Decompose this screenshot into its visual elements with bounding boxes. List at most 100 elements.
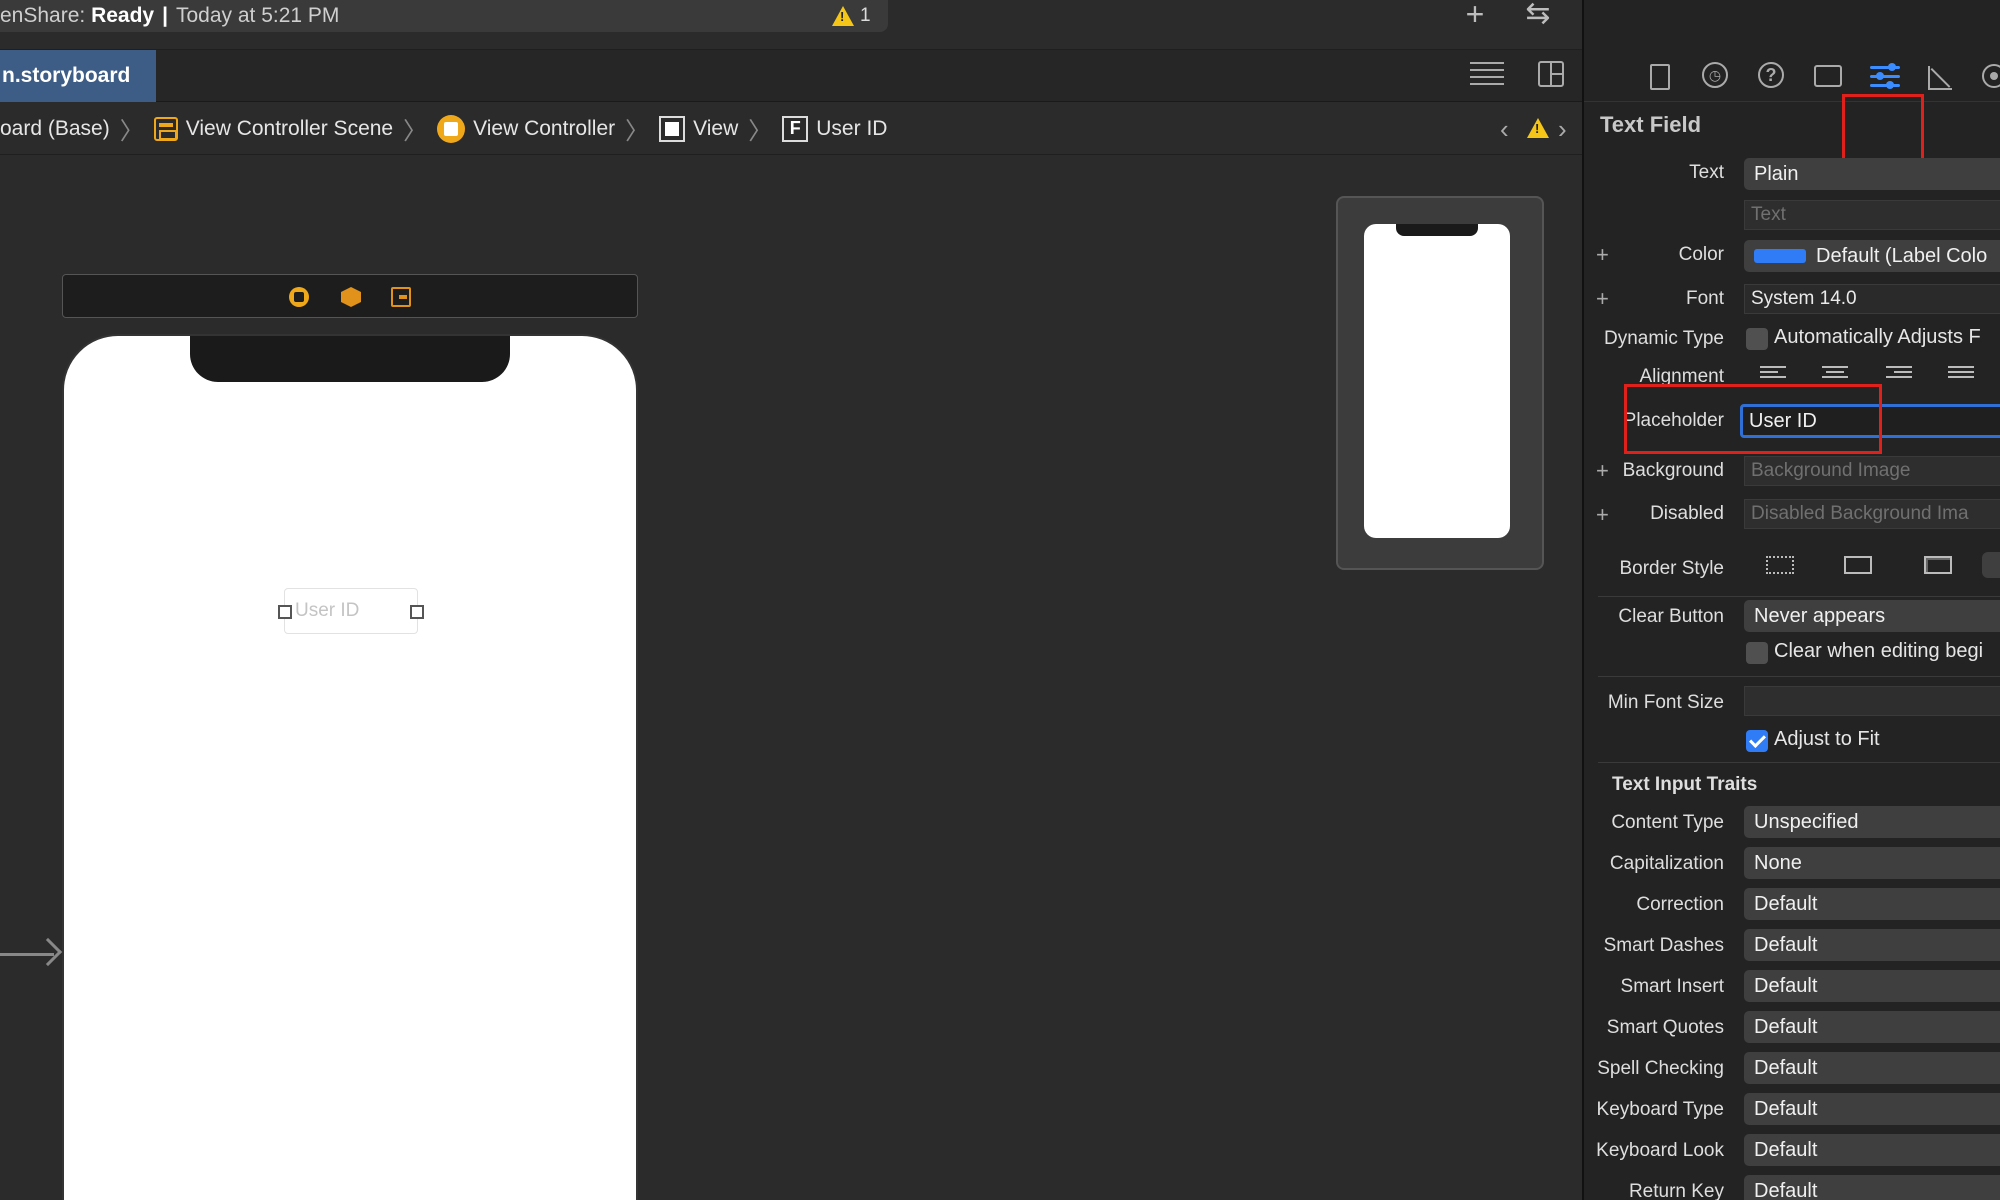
file-inspector-icon[interactable] [1650,64,1670,90]
status-state: Ready [91,4,155,27]
min-font-field[interactable] [1744,686,2000,716]
identity-inspector-icon[interactable] [1814,65,1842,87]
color-plus-icon[interactable]: + [1596,242,1609,268]
text-value-field[interactable]: Text [1744,200,2000,230]
size-inspector-icon[interactable] [1928,66,1952,90]
disabled-label: Disabled [1650,503,1724,524]
chevron-right-icon: 〉 [403,118,428,145]
text-field-placeholder: User ID [295,600,360,621]
resize-handle-right[interactable] [410,605,424,619]
status-app-name: enShare: [0,4,86,27]
border-bezel-icon[interactable] [1924,556,1952,574]
status-bar: enShare: Ready | Today at 5:21 PM 1 + ⇆ [0,0,1582,50]
breadcrumb-view[interactable]: View [659,115,738,142]
entry-point-arrow-icon[interactable] [0,937,63,970]
spell-checking-label: Spell Checking [1597,1058,1724,1079]
chevron-right-icon: 〉 [625,118,650,145]
minimap-notch [1396,224,1478,236]
correction-label: Correction [1636,894,1724,915]
font-plus-icon[interactable]: + [1596,286,1609,312]
border-rounded-icon[interactable] [1982,552,2000,578]
add-library-button[interactable]: + [1458,0,1492,30]
user-id-text-field[interactable]: User ID [278,588,424,634]
align-center-icon[interactable] [1822,366,1848,382]
breadcrumb: oard (Base) 〉 View Controller Scene 〉 Vi… [0,103,1582,155]
align-justify-icon[interactable] [1948,366,1974,382]
color-label: Color [1678,244,1724,265]
divider [1598,762,2000,763]
capitalization-popup[interactable]: None [1744,847,2000,879]
attributes-inspector-icon[interactable] [1870,63,1900,90]
device-frame[interactable]: User ID [62,334,638,1200]
clear-button-popup[interactable]: Never appears [1744,600,2000,632]
connections-inspector-icon[interactable] [1982,64,2000,88]
color-popup[interactable]: Default (Label Colo [1744,240,2000,272]
align-right-icon[interactable] [1886,366,1912,382]
issue-warning-icon[interactable] [1527,118,1549,138]
clear-editing-checkbox[interactable] [1746,642,1768,664]
exit-icon[interactable] [391,287,411,307]
activity-status: enShare: Ready | Today at 5:21 PM 1 [0,0,888,32]
clear-editing-check-label: Clear when editing begi [1774,640,1984,662]
adjust-fit-check-label: Adjust to Fit [1774,728,1880,750]
adjust-fit-checkbox[interactable] [1746,730,1768,752]
disabled-image-field[interactable]: Disabled Background Ima [1744,499,2000,529]
content-type-label: Content Type [1611,812,1724,833]
background-plus-icon[interactable]: + [1596,458,1609,484]
smart-insert-popup[interactable]: Default [1744,970,2000,1002]
editor-tab-bar: n.storyboard [0,50,1582,102]
breadcrumb-storyboard[interactable]: oard (Base) [0,117,110,141]
status-time: Today at 5:21 PM [176,4,340,27]
editor-options-icon[interactable] [1470,62,1504,90]
text-field-icon: F [782,115,809,142]
smart-quotes-popup[interactable]: Default [1744,1011,2000,1043]
text-type-popup[interactable]: Plain [1744,158,2000,190]
disabled-plus-icon[interactable]: + [1596,502,1609,528]
border-line-icon[interactable] [1844,556,1872,574]
color-swatch [1754,249,1806,263]
breadcrumb-view-controller[interactable]: View Controller [437,114,615,143]
keyboard-look-label: Keyboard Look [1596,1140,1724,1161]
dynamic-type-label: Dynamic Type [1603,328,1724,349]
chevron-right-icon: 〉 [748,118,773,145]
swap-arrows-icon[interactable]: ⇆ [1518,0,1558,30]
previous-issue-icon[interactable]: ‹ [1500,114,1509,145]
breadcrumb-scene[interactable]: View Controller Scene [153,116,393,141]
smart-quotes-label: Smart Quotes [1606,1017,1724,1038]
placeholder-highlight [1624,384,1882,454]
breadcrumb-user-id[interactable]: F User ID [782,115,887,142]
font-label: Font [1685,288,1724,309]
spell-checking-popup[interactable]: Default [1744,1052,2000,1084]
next-issue-icon[interactable]: › [1558,114,1567,145]
warning-count: 1 [860,5,871,26]
keyboard-type-popup[interactable]: Default [1744,1093,2000,1125]
attributes-tab-highlight [1842,94,1924,168]
return-key-label: Return Key [1628,1181,1724,1200]
view-controller-icon[interactable] [289,287,309,307]
content-type-popup[interactable]: Unspecified [1744,806,2000,838]
minimap-device [1364,224,1510,538]
background-image-field[interactable]: Background Image [1744,456,2000,486]
align-left-icon[interactable] [1760,366,1786,382]
dynamic-type-checkbox[interactable] [1746,328,1768,350]
border-style-label: Border Style [1619,558,1724,579]
inspector-panel: ◷ ? Text Field Text Plain Text + Color D… [1582,0,2000,1200]
font-field[interactable]: System 14.0 [1744,284,2000,314]
divider [1598,676,2000,677]
return-key-popup[interactable]: Default [1744,1175,2000,1200]
divider [1598,596,2000,597]
border-none-icon[interactable] [1766,556,1794,574]
warning-badge[interactable]: 1 [832,2,882,30]
tab-storyboard[interactable]: n.storyboard [0,50,156,102]
add-editor-icon[interactable] [1538,61,1564,87]
resize-handle-left[interactable] [278,605,292,619]
keyboard-look-popup[interactable]: Default [1744,1134,2000,1166]
clear-button-label: Clear Button [1618,606,1724,627]
smart-dashes-popup[interactable]: Default [1744,929,2000,961]
first-responder-icon[interactable] [341,287,361,307]
quick-help-icon[interactable]: ? [1758,62,1784,88]
history-inspector-icon[interactable]: ◷ [1702,62,1728,88]
minimap[interactable] [1336,196,1544,570]
correction-popup[interactable]: Default [1744,888,2000,920]
view-controller-icon [437,114,466,143]
